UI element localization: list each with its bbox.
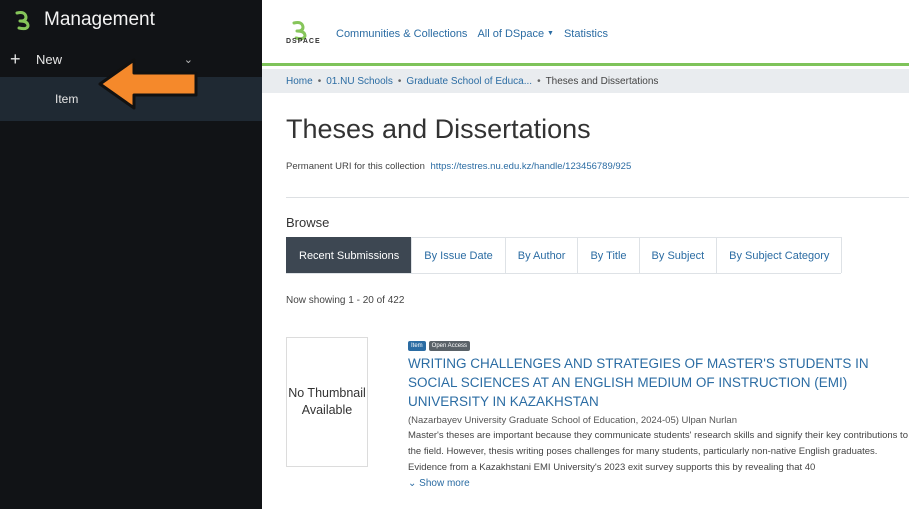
- item-badges: Item Open Access: [408, 341, 909, 351]
- orange-arrow-annotation: [98, 58, 198, 110]
- open-access-badge: Open Access: [428, 341, 471, 351]
- tab-by-subject-category[interactable]: By Subject Category: [716, 237, 843, 273]
- breadcrumb-current: Theses and Dissertations: [545, 75, 659, 87]
- item-abstract: Master's theses are important because th…: [408, 428, 908, 476]
- nav-all-of-dspace[interactable]: All of DSpace ▼: [477, 28, 554, 40]
- page-title: Theses and Dissertations: [286, 114, 591, 144]
- nav-all-of-dspace-label: All of DSpace: [477, 28, 545, 40]
- breadcrumb-home[interactable]: Home: [286, 76, 313, 87]
- sidebar-new-label: New: [36, 51, 63, 67]
- chevron-down-icon: ⌄: [408, 478, 420, 489]
- permanent-uri-row: Permanent URI for this collection https:…: [286, 161, 631, 172]
- item-title-link[interactable]: WRITING CHALLENGES AND STRATEGIES OF MAS…: [408, 354, 898, 411]
- show-more-label: Show more: [419, 478, 470, 489]
- item-metadata: (Nazarbayev University Graduate School o…: [408, 415, 737, 426]
- sidebar-header[interactable]: Management: [0, 0, 262, 40]
- nav-communities-collections[interactable]: Communities & Collections: [336, 28, 467, 40]
- abstract-fade: [848, 460, 908, 476]
- browse-heading: Browse: [286, 215, 330, 230]
- results-count: Now showing 1 - 20 of 422: [286, 295, 405, 306]
- browse-tabs: Recent Submissions By Issue Date By Auth…: [286, 237, 843, 274]
- caret-down-icon: ▼: [545, 30, 554, 37]
- breadcrumb-graduate-school[interactable]: Graduate School of Educa...: [406, 76, 532, 87]
- uri-link[interactable]: https://testres.nu.edu.kz/handle/1234567…: [431, 161, 632, 172]
- admin-sidebar: Management + New ⌄ Item: [0, 0, 262, 509]
- item-type-badge: Item: [408, 341, 426, 351]
- tab-recent-submissions[interactable]: Recent Submissions: [286, 237, 413, 273]
- uri-label: Permanent URI for this collection: [286, 161, 425, 172]
- breadcrumb: Home • 01.NU Schools • Graduate School o…: [262, 69, 909, 93]
- site-header: DSPACE Communities & Collections All of …: [262, 0, 909, 66]
- breadcrumb-separator: •: [397, 75, 402, 87]
- main-content: Theses and Dissertations Permanent URI f…: [262, 93, 909, 509]
- tab-by-title[interactable]: By Title: [577, 237, 640, 273]
- main-nav: Communities & Collections All of DSpace …: [336, 28, 608, 40]
- logo-text: DSPACE: [286, 38, 321, 45]
- list-item: Item Open Access WRITING CHALLENGES AND …: [408, 341, 909, 489]
- tab-by-author[interactable]: By Author: [504, 237, 579, 273]
- plus-icon: +: [10, 48, 21, 69]
- breadcrumb-separator: •: [317, 75, 322, 87]
- sidebar-item-label: Item: [55, 92, 79, 106]
- divider: [286, 197, 909, 198]
- item-thumbnail-placeholder[interactable]: No Thumbnail Available: [286, 337, 368, 467]
- nav-statistics[interactable]: Statistics: [564, 28, 608, 40]
- sidebar-title: Management: [44, 9, 155, 30]
- dspace-logo-icon: [15, 11, 30, 31]
- tab-by-issue-date[interactable]: By Issue Date: [411, 237, 506, 273]
- item-abstract-text: Master's theses are important because th…: [408, 430, 908, 473]
- tab-by-subject[interactable]: By Subject: [638, 237, 718, 273]
- breadcrumb-schools[interactable]: 01.NU Schools: [326, 76, 393, 87]
- breadcrumb-separator: •: [537, 75, 541, 87]
- show-more-link[interactable]: ⌄ Show more: [408, 478, 909, 489]
